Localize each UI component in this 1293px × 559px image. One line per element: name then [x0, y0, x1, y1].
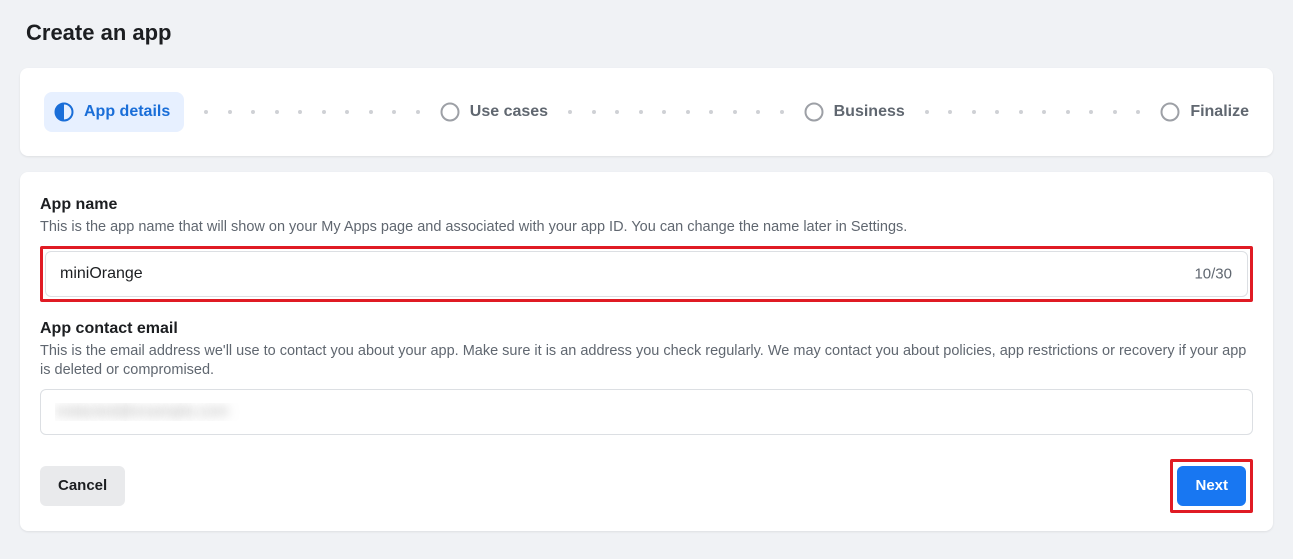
circle-icon — [804, 102, 824, 122]
stepper: App details Use cases Business — [20, 68, 1273, 156]
app-name-field: App name This is the app name that will … — [40, 196, 1253, 302]
step-label: App details — [84, 103, 170, 121]
half-circle-icon — [54, 102, 74, 122]
app-name-input[interactable] — [45, 251, 1248, 297]
step-label: Use cases — [470, 103, 548, 121]
step-dots — [548, 110, 804, 114]
step-label: Business — [834, 103, 905, 121]
form-card: App name This is the app name that will … — [20, 172, 1273, 531]
step-app-details[interactable]: App details — [44, 92, 184, 132]
step-finalize[interactable]: Finalize — [1160, 102, 1249, 122]
next-button-highlight: Next — [1170, 459, 1253, 513]
form-actions: Cancel Next — [40, 459, 1253, 513]
step-dots — [905, 110, 1161, 114]
field-label: App contact email — [40, 320, 1253, 338]
circle-icon — [1160, 102, 1180, 122]
contact-email-input-wrap — [40, 389, 1253, 435]
app-name-input-wrap: 10/30 — [40, 246, 1253, 302]
contact-email-field: App contact email This is the email addr… — [40, 320, 1253, 435]
field-help: This is the app name that will show on y… — [40, 218, 1253, 238]
field-help: This is the email address we'll use to c… — [40, 342, 1253, 381]
page-title: Create an app — [26, 20, 1273, 46]
step-business[interactable]: Business — [804, 102, 905, 122]
step-dots — [184, 110, 440, 114]
next-button[interactable]: Next — [1177, 466, 1246, 506]
step-use-cases[interactable]: Use cases — [440, 102, 548, 122]
field-label: App name — [40, 196, 1253, 214]
char-count: 10/30 — [1194, 265, 1232, 282]
contact-email-input[interactable] — [40, 389, 1253, 435]
step-label: Finalize — [1190, 103, 1249, 121]
cancel-button[interactable]: Cancel — [40, 466, 125, 506]
circle-icon — [440, 102, 460, 122]
